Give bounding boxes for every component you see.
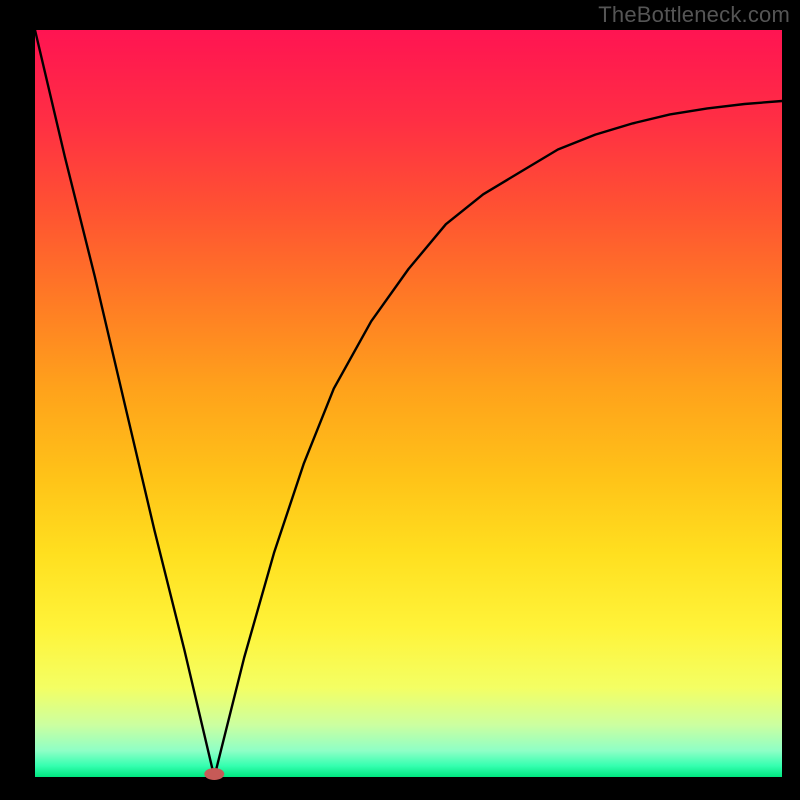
attribution-text: TheBottleneck.com xyxy=(598,2,790,28)
bottleneck-chart xyxy=(0,0,800,800)
minimum-marker xyxy=(204,768,224,780)
plot-background xyxy=(35,30,782,777)
chart-frame: TheBottleneck.com xyxy=(0,0,800,800)
